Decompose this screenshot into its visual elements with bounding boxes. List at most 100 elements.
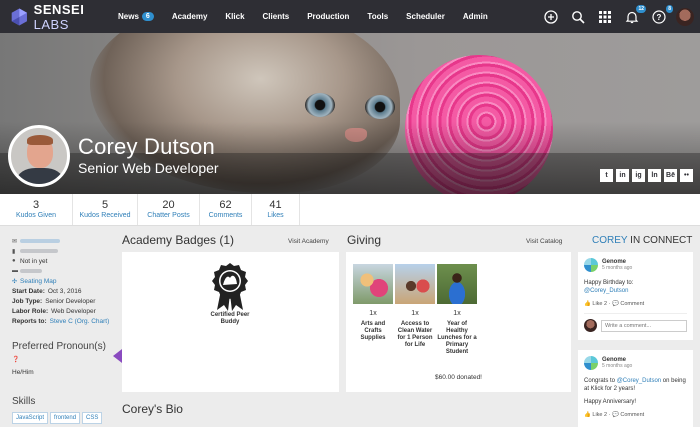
email-row: ✉ (12, 236, 116, 246)
desk-icon: ▬ (12, 268, 18, 274)
skills-list: JavaScript frontend CSS (12, 412, 116, 427)
stat-likes[interactable]: 41 Likes (252, 194, 300, 225)
behance-icon[interactable]: Bē (664, 169, 677, 182)
flickr-icon[interactable]: •• (680, 169, 693, 182)
connect-post: Genome 5 months ago Congrats to @Corey_D… (578, 350, 693, 427)
like-button[interactable]: 👍 Like 2 (584, 301, 607, 307)
presence-row: ● Not in yet (12, 256, 116, 266)
apps-grid-icon[interactable] (598, 10, 612, 24)
logo-text: SENSEI LABS (33, 1, 85, 32)
pronouns-heading: Preferred Pronoun(s) (12, 341, 106, 352)
donated-total: $60.00 donated! (435, 374, 482, 381)
academy-badges-card: Certified Peer Buddy (122, 252, 339, 392)
profile-avatar (8, 125, 70, 187)
help-icon[interactable]: ? 8 (652, 4, 673, 24)
giving-item-image (353, 264, 393, 304)
pronouns-value: He/Him (12, 369, 34, 376)
plus-circle-icon[interactable] (544, 9, 558, 24)
academy-badges-title: Academy Badges (1) (122, 233, 235, 247)
linkedin-icon[interactable]: in (616, 169, 629, 182)
user-avatar[interactable] (676, 7, 694, 26)
visit-catalog-link[interactable]: Visit Catalog (526, 238, 562, 245)
giving-item[interactable]: 1x Year of Healthy Lunches for a Primary… (437, 264, 477, 356)
nav-production[interactable]: Production (307, 12, 349, 21)
top-navigation-bar: SENSEI LABS News 6 Academy Klick Clients … (0, 0, 700, 33)
manager-link[interactable]: Steve C (50, 318, 73, 325)
help-count-badge: 8 (666, 4, 673, 13)
post-actions: 👍 Like 2 · 💬 Comment (584, 412, 645, 418)
phone-row: ▮ (12, 246, 116, 256)
certified-peer-buddy-badge-icon[interactable] (211, 262, 249, 312)
job-type-row: Job Type: Senior Developer (12, 297, 96, 305)
post-body: Happy Birthday to: @Corey_Dutson (584, 280, 634, 294)
map-icon: ✣ (12, 278, 18, 285)
giving-card: 1x Arts and Crafts Supplies 1x Access to… (346, 252, 571, 392)
nav-admin[interactable]: Admin (463, 12, 488, 21)
reports-to-row: Reports to: Steve C (Org. Chart) (12, 317, 110, 325)
comment-input[interactable] (601, 319, 687, 332)
stat-kudos-received[interactable]: 5 Kudos Received (73, 194, 138, 225)
nav-academy[interactable]: Academy (172, 12, 208, 21)
location-pin-icon: ● (12, 258, 16, 264)
bio-title: Corey's Bio (122, 402, 183, 416)
stat-comments[interactable]: 62 Comments (200, 194, 252, 225)
profile-name: Corey Dutson (78, 134, 215, 159)
logo-mark-icon (11, 8, 27, 25)
connect-post: Genome 5 months ago Happy Birthday to: @… (578, 252, 693, 340)
presence-status: Not in yet (20, 257, 48, 265)
visit-academy-link[interactable]: Visit Academy (288, 238, 329, 245)
skill-tag[interactable]: CSS (82, 412, 103, 424)
nav-clients[interactable]: Clients (263, 12, 290, 21)
mention-link[interactable]: @Corey_Dutson (617, 378, 661, 384)
start-date-row: Start Date: Oct 3, 2016 (12, 287, 82, 295)
nav-tools[interactable]: Tools (367, 12, 388, 21)
profile-info-column: ✉ ▮ ● Not in yet ▬ ✣ Seating Map Start Dat… (12, 236, 116, 427)
search-icon[interactable] (571, 10, 585, 24)
post-body: Congrats to @Corey_Dutson on being at Kl… (584, 378, 686, 392)
redacted-email[interactable] (20, 239, 60, 243)
help-icon[interactable]: ❓ (12, 356, 116, 363)
social-link-icon[interactable]: ln (648, 169, 661, 182)
post-actions: 👍 Like 2 · 💬 Comment (584, 301, 645, 307)
genome-avatar[interactable] (584, 258, 598, 272)
bell-icon[interactable]: 12 (625, 4, 646, 24)
nav-news[interactable]: News 6 (118, 12, 154, 21)
giving-item-image (395, 264, 435, 304)
like-button[interactable]: 👍 Like 2 (584, 412, 607, 418)
stat-kudos-given[interactable]: 3 Kudos Given (0, 194, 73, 225)
seating-map-link[interactable]: Seating Map (20, 278, 57, 285)
seating-map-row: ✣ Seating Map (12, 276, 116, 286)
comment-button[interactable]: 💬 Comment (612, 412, 644, 418)
profile-job-title: Senior Web Developer (78, 160, 219, 176)
notification-count-badge: 12 (636, 4, 646, 13)
profile-stats-bar: 3 Kudos Given 5 Kudos Received 20 Chatter P… (0, 194, 700, 226)
genome-avatar[interactable] (584, 356, 598, 370)
social-links: t in ig ln Bē •• (597, 169, 693, 182)
post-time: 5 months ago (602, 363, 633, 369)
comment-button[interactable]: 💬 Comment (612, 301, 644, 307)
sensei-labs-logo[interactable]: SENSEI LABS (10, 2, 110, 32)
nav-scheduler[interactable]: Scheduler (406, 12, 445, 21)
skill-tag[interactable]: JavaScript (12, 412, 49, 424)
news-count-badge: 6 (141, 12, 154, 21)
svg-text:?: ? (657, 13, 662, 22)
email-icon: ✉ (12, 238, 18, 245)
nav-klick[interactable]: Klick (225, 12, 244, 21)
post-time: 5 months ago (602, 265, 633, 271)
connect-title: COREY IN CONNECT (592, 235, 693, 246)
phone-icon: ▮ (12, 248, 16, 255)
post-body-extra: Happy Anniversary! (584, 399, 637, 405)
commenter-avatar (584, 319, 597, 332)
giving-item[interactable]: 1x Arts and Crafts Supplies (353, 264, 393, 342)
labor-role-row: Labor Role: Web Developer (12, 307, 96, 315)
twitter-icon[interactable]: t (600, 169, 613, 182)
giving-item[interactable]: 1x Access to Clean Water for 1 Person fo… (395, 264, 435, 349)
giving-item-image (437, 264, 477, 304)
stat-chatter-posts[interactable]: 20 Chatter Posts (138, 194, 200, 225)
mention-link[interactable]: @Corey_Dutson (584, 288, 628, 294)
org-chart-link[interactable]: (Org. Chart) (75, 318, 110, 325)
redacted-phone (20, 249, 58, 253)
skill-tag[interactable]: frontend (50, 412, 81, 424)
instagram-icon[interactable]: ig (632, 169, 645, 182)
redacted-desk (20, 269, 42, 273)
